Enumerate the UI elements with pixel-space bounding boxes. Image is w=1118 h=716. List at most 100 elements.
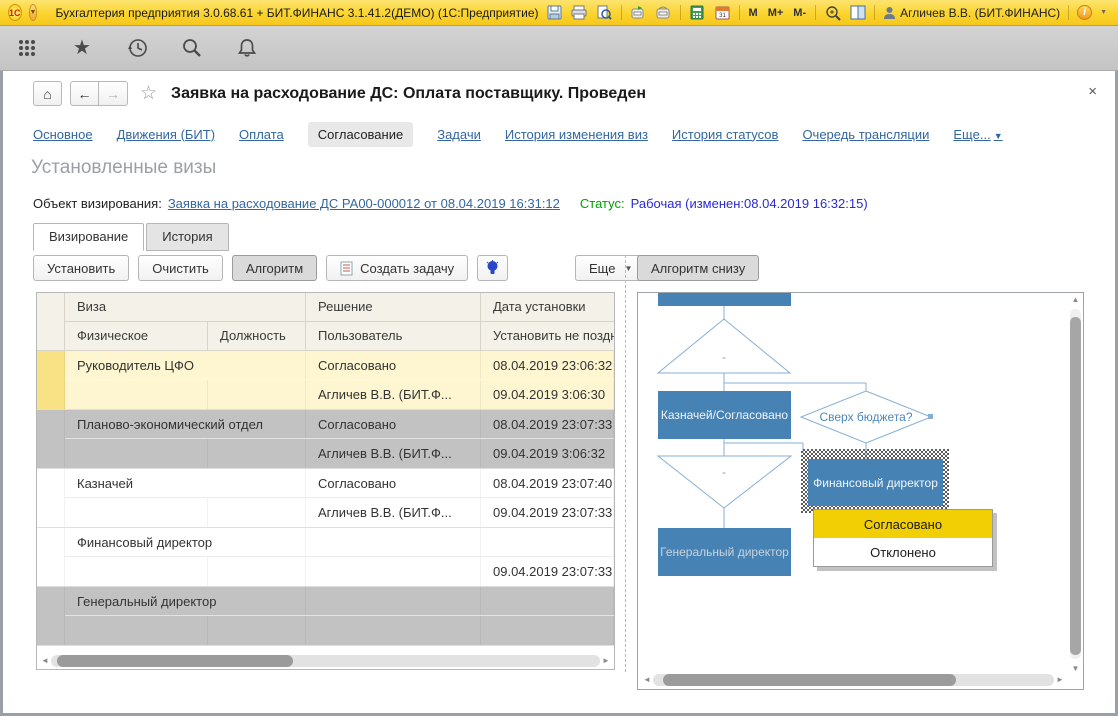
apps-grid-icon[interactable] [16, 37, 38, 59]
panel-splitter[interactable] [625, 255, 626, 672]
form-close-icon[interactable]: × [1088, 83, 1097, 100]
col-header-date-set[interactable]: Дата установки [481, 293, 614, 321]
nav-item-soglasovanie-active[interactable]: Согласование [308, 122, 413, 147]
back-button[interactable]: ← [70, 81, 99, 106]
cell-person [65, 439, 208, 468]
favorites-star-icon[interactable]: ★ [71, 37, 93, 59]
menu-item-approve[interactable]: Согласовано [814, 510, 992, 538]
post-document-icon[interactable] [630, 5, 647, 21]
cell-decision [306, 528, 481, 556]
period-m-plus-button[interactable]: M+ [767, 7, 785, 19]
flow-decision-over-budget[interactable]: Сверх бюджета? [801, 410, 931, 424]
status-value: Рабочая (изменен:08.04.2019 16:32:15) [631, 196, 868, 211]
save-icon[interactable] [546, 5, 563, 21]
calculator-icon[interactable] [689, 5, 706, 21]
col-header-person[interactable]: Физическое [65, 322, 208, 351]
cell-position [208, 380, 306, 409]
current-user[interactable]: Агличев В.В. (БИТ.ФИНАНС) [883, 6, 1060, 20]
table-row[interactable]: Генеральный директор [37, 587, 614, 646]
print-preview-icon[interactable] [596, 5, 613, 21]
algorithm-button[interactable]: Алгоритм [232, 255, 317, 281]
split-window-icon[interactable] [849, 5, 866, 21]
info-icon[interactable]: i [1077, 5, 1092, 20]
svg-text:31: 31 [719, 13, 726, 19]
search-magnifier-icon[interactable] [181, 37, 203, 59]
nav-item-istoriya-statusov[interactable]: История статусов [672, 127, 779, 142]
nav-item-more[interactable]: Еще...▼ [953, 127, 1002, 142]
cell-position [208, 439, 306, 468]
tab-istoriya[interactable]: История [146, 223, 228, 251]
flow-node-top-partial[interactable] [658, 293, 791, 306]
favorite-star-icon[interactable]: ☆ [140, 82, 157, 105]
scrollbar-thumb[interactable] [1070, 317, 1081, 655]
scroll-down-icon[interactable]: ▼ [1069, 664, 1082, 673]
scroll-right-icon[interactable]: ► [600, 655, 612, 667]
flowchart-vertical-scrollbar[interactable]: ▲ ▼ [1069, 295, 1082, 673]
nav-item-osnovnoe[interactable]: Основное [33, 127, 93, 142]
col-header-decision[interactable]: Решение [306, 293, 481, 321]
cell-date-set: 08.04.2019 23:06:32 [481, 351, 614, 379]
cell-position [208, 616, 306, 645]
scroll-left-icon[interactable]: ◄ [39, 655, 51, 667]
cell-position [208, 557, 306, 586]
col-header-deadline[interactable]: Установить не позднее [481, 322, 614, 351]
col-header-position[interactable]: Должность [208, 322, 306, 351]
nav-item-oplata[interactable]: Оплата [239, 127, 284, 142]
scrollbar-track[interactable] [51, 655, 600, 667]
zoom-icon[interactable] [824, 5, 841, 21]
table-horizontal-scrollbar[interactable]: ◄ ► [39, 655, 612, 667]
info-caret-icon[interactable]: ▼ [1100, 9, 1107, 16]
col-header-user[interactable]: Пользователь [306, 322, 481, 351]
notifications-bell-icon[interactable] [236, 37, 258, 59]
table-row[interactable]: Казначей Согласовано 08.04.2019 23:07:40… [37, 469, 614, 528]
scrollbar-thumb[interactable] [663, 674, 956, 686]
tab-vizirovanie[interactable]: Визирование [33, 223, 144, 251]
table-row[interactable]: Финансовый директор 09.04.2019 23:07:33 [37, 528, 614, 587]
nav-item-ochered-translyacii[interactable]: Очередь трансляции [802, 127, 929, 142]
object-link[interactable]: Заявка на расходование ДС РА00-000012 от… [168, 196, 560, 211]
cell-visa: Генеральный директор [65, 587, 306, 615]
flow-node-gen-director[interactable]: Генеральный директор [658, 528, 791, 576]
calendar-icon[interactable]: 31 [714, 5, 731, 21]
post-documents-icon[interactable] [655, 5, 672, 21]
app-logo-icon[interactable]: 1С [8, 4, 22, 21]
flow-node-treasurer[interactable]: Казначей/Согласовано [658, 391, 791, 439]
flow-node-fin-director[interactable]: Финансовый директор [808, 459, 943, 506]
scroll-up-icon[interactable]: ▲ [1069, 295, 1082, 304]
more-button[interactable]: Еще▼ [575, 255, 646, 281]
nav-item-zadachi[interactable]: Задачи [437, 127, 481, 142]
forward-button[interactable]: → [99, 81, 128, 106]
cell-user: Агличев В.В. (БИТ.Ф... [306, 498, 481, 527]
scroll-right-icon[interactable]: ► [1054, 674, 1066, 686]
set-visa-button[interactable]: Установить [33, 255, 129, 281]
scrollbar-track[interactable] [1070, 309, 1081, 659]
scrollbar-thumb[interactable] [57, 655, 293, 667]
col-header-visa[interactable]: Виза [65, 293, 306, 321]
divider [680, 5, 681, 20]
menu-item-decline[interactable]: Отклонено [814, 538, 992, 566]
period-m-minus-button[interactable]: M- [792, 7, 807, 19]
user-name: Агличев В.В. (БИТ.ФИНАНС) [900, 6, 1060, 20]
main-menu-button[interactable]: ▼ [29, 4, 38, 21]
nav-item-dvizheniya-bit[interactable]: Движения (БИТ) [117, 127, 215, 142]
home-button[interactable]: ⌂ [33, 81, 62, 106]
create-task-button[interactable]: Создать задачу [326, 255, 468, 281]
table-row[interactable]: Планово-экономический отдел Согласовано … [37, 410, 614, 469]
print-icon[interactable] [571, 5, 588, 21]
visa-context-menu: Согласовано Отклонено [813, 509, 993, 567]
cell-person [65, 557, 208, 586]
period-m-button[interactable]: M [748, 7, 759, 19]
scrollbar-track[interactable] [653, 674, 1054, 686]
clear-visa-button[interactable]: Очистить [138, 255, 223, 281]
form-window: ⌂ ← → ☆ Заявка на расходование ДС: Оплат… [0, 71, 1118, 716]
visa-table-panel: Виза Решение Дата установки Физическое Д… [36, 292, 615, 670]
page-title: Заявка на расходование ДС: Оплата постав… [171, 85, 646, 103]
flowchart-horizontal-scrollbar[interactable]: ◄ ► [641, 674, 1066, 686]
nav-item-istoriya-viz[interactable]: История изменения виз [505, 127, 648, 142]
algorithm-bottom-button[interactable]: Алгоритм снизу [637, 255, 759, 281]
lamp-button[interactable] [477, 255, 508, 281]
lightbulb-icon [486, 260, 499, 276]
scroll-left-icon[interactable]: ◄ [641, 674, 653, 686]
table-row[interactable]: Руководитель ЦФО Согласовано 08.04.2019 … [37, 351, 614, 410]
history-clock-icon[interactable] [126, 37, 148, 59]
